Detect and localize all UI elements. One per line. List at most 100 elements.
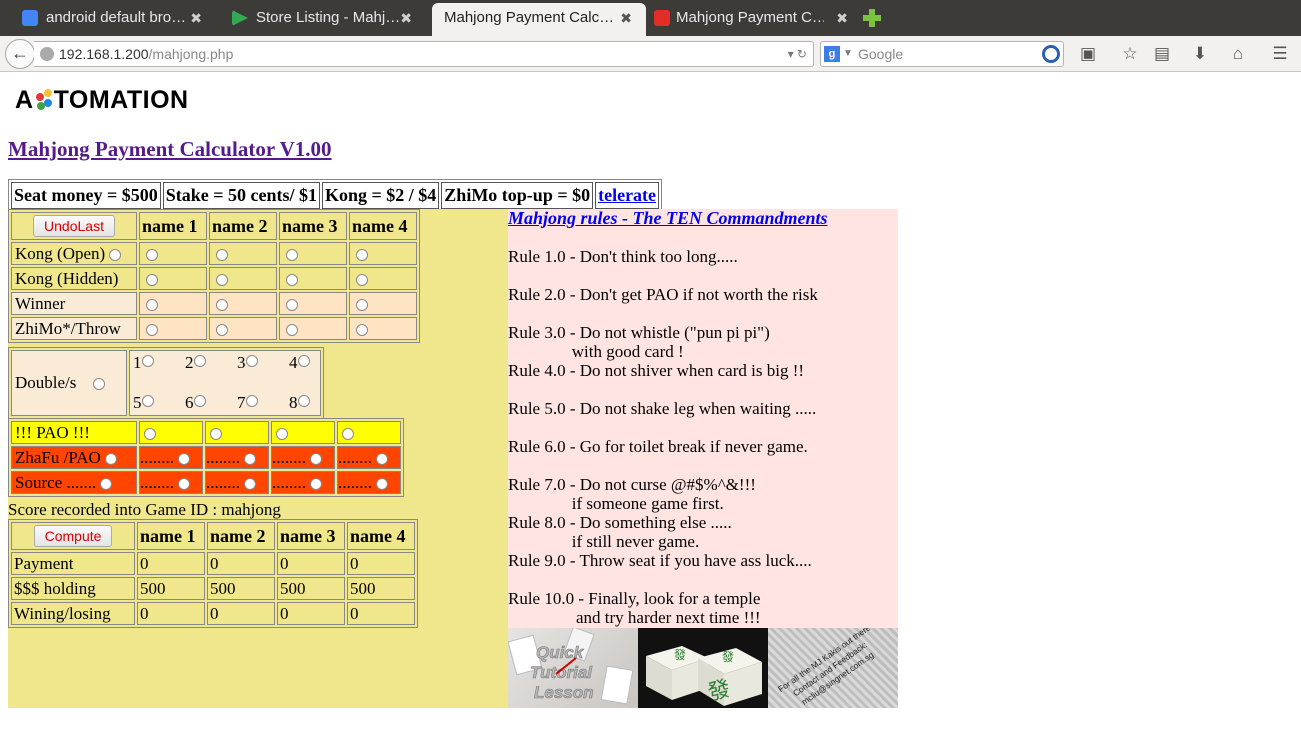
rule-line: if still never game. — [508, 532, 700, 551]
undo-last-button[interactable]: UndoLast — [33, 215, 115, 237]
download-arrow-icon[interactable]: ⬇ — [1188, 42, 1212, 66]
double-radio[interactable] — [141, 395, 154, 407]
player-header: name 3 — [277, 522, 345, 550]
double-radio[interactable] — [297, 395, 310, 407]
winner-player-radio[interactable] — [286, 298, 298, 311]
browser-tab-4[interactable]: Mahjong Payment C… ✖ — [646, 4, 862, 32]
zhafu-dots: ........ — [338, 447, 372, 467]
mahjong-tiles-graphic: 發 發 發 — [646, 646, 762, 706]
pao-player-radio[interactable] — [342, 427, 355, 440]
compute-button[interactable]: Compute — [33, 525, 113, 547]
chevron-down-icon[interactable]: ▼ — [843, 42, 853, 66]
browser-tab-2[interactable]: Store Listing - Mahj… ✖ — [210, 4, 426, 32]
tutorial-caption-3: Lesson — [534, 683, 594, 702]
zhafu-radio[interactable] — [105, 452, 118, 465]
source-player-radio[interactable] — [310, 477, 323, 490]
double-radio[interactable] — [193, 395, 206, 407]
reading-list-icon[interactable]: ▤ — [1150, 42, 1174, 66]
score-recorded-text: Score recorded into Game ID : mahjong — [8, 500, 281, 519]
double-option: 1 — [133, 353, 185, 373]
rule-line: Rule 5.0 - Do not shake leg when waiting… — [508, 399, 817, 418]
close-tab-icon[interactable]: ✖ — [836, 4, 848, 32]
doubles-options: 1 2 3 4 5 6 7 8 — [129, 350, 321, 416]
payment-value: 0 — [207, 552, 275, 575]
winner-player-radio[interactable] — [356, 298, 368, 311]
browser-tab-bar: android default bro… ✖ Store Listing - M… — [0, 0, 1301, 36]
double-radio[interactable] — [141, 355, 154, 367]
rule-line: with good card ! — [508, 342, 684, 361]
svg-text:發: 發 — [674, 647, 686, 662]
pao-player-radio[interactable] — [276, 427, 289, 440]
zhafu-player-radio[interactable] — [310, 452, 323, 465]
logo-text: TOMATION — [53, 86, 189, 114]
kong-hidden-player-radio[interactable] — [356, 273, 368, 286]
row-label-zhimo: ZhiMo*/Throw — [11, 317, 137, 340]
double-option: 2 — [185, 353, 237, 373]
pao-player-radio[interactable] — [144, 427, 157, 440]
source-cell: ........ — [205, 471, 269, 494]
kong-open-player-radio[interactable] — [286, 248, 298, 261]
close-tab-icon[interactable]: ✖ — [190, 4, 202, 32]
close-tab-icon[interactable]: ✖ — [620, 3, 632, 33]
rule-line: if someone game first. — [508, 494, 724, 513]
source-player-radio[interactable] — [178, 477, 191, 490]
back-arrow-icon[interactable]: ← — [5, 39, 35, 69]
zhafu-player-radio[interactable] — [376, 452, 389, 465]
rules-title-link[interactable]: Mahjong rules - The TEN Commandments — [508, 209, 898, 228]
source-dots: ........ — [272, 472, 306, 492]
browser-tab-3-active[interactable]: Mahjong Payment Calc… ✖ — [432, 3, 646, 36]
google-search-engine-icon[interactable]: g — [824, 46, 840, 62]
video-camera-icon[interactable]: ▣ — [1076, 42, 1100, 66]
zhimo-player-radio[interactable] — [146, 323, 158, 336]
page-title[interactable]: Mahjong Payment Calculator V1.00 — [8, 137, 332, 162]
double-radio[interactable] — [245, 355, 258, 367]
mahjong-tile-image[interactable]: 發 發 發 — [638, 628, 768, 708]
search-bar[interactable]: g ▼ Google — [820, 41, 1064, 67]
winner-cell — [349, 292, 417, 315]
reload-icon[interactable]: ▾ ↻ — [788, 42, 807, 66]
kong-open-radio[interactable] — [109, 248, 122, 261]
double-radio[interactable] — [193, 355, 206, 367]
winner-player-radio[interactable] — [216, 298, 228, 311]
tutorial-image[interactable]: Quick Tutorial Lesson — [508, 628, 638, 708]
zhimo-player-radio[interactable] — [356, 323, 368, 336]
source-player-radio[interactable] — [376, 477, 389, 490]
close-tab-icon[interactable]: ✖ — [400, 4, 412, 32]
bookmark-star-icon[interactable]: ☆ — [1118, 42, 1142, 66]
rule-spacer — [508, 304, 898, 323]
source-player-radio[interactable] — [244, 477, 257, 490]
url-bar[interactable]: 192.168.1.200/mahjong.php ▾ ↻ — [34, 41, 814, 67]
double-value: 4 — [289, 353, 298, 372]
menu-icon[interactable]: ☰ — [1268, 42, 1292, 66]
kong-open-player-radio[interactable] — [216, 248, 228, 261]
doubles-none-radio[interactable] — [93, 378, 106, 391]
zhafu-player-radio[interactable] — [178, 452, 191, 465]
zhafu-dots: ........ — [272, 447, 306, 467]
zhimo-player-radio[interactable] — [286, 323, 298, 336]
new-tab-plus-icon[interactable] — [862, 8, 882, 28]
source-radio[interactable] — [100, 477, 113, 490]
contact-image[interactable]: For all the MJ Kakis out there Contact a… — [768, 628, 898, 708]
telerate-link[interactable]: telerate — [598, 185, 656, 205]
search-icon[interactable] — [1042, 45, 1060, 63]
search-input[interactable]: Google — [858, 42, 903, 66]
holding-value: 500 — [347, 577, 415, 600]
zhimo-cell — [139, 317, 207, 340]
pao-player-radio[interactable] — [210, 427, 223, 440]
kong-open-player-radio[interactable] — [146, 248, 158, 261]
rules-panel: Mahjong rules - The TEN Commandments Rul… — [508, 209, 898, 628]
kong-open-player-radio[interactable] — [356, 248, 368, 261]
kong-hidden-player-radio[interactable] — [216, 273, 228, 286]
kong-hidden-player-radio[interactable] — [146, 273, 158, 286]
tutorial-caption-1: Quick — [536, 643, 585, 662]
home-icon[interactable]: ⌂ — [1226, 42, 1250, 66]
tutorial-caption-2: Tutorial — [530, 663, 593, 682]
double-radio[interactable] — [245, 395, 258, 407]
winner-player-radio[interactable] — [146, 298, 158, 311]
zhafu-player-radio[interactable] — [244, 452, 257, 465]
kong-hidden-cell — [279, 267, 347, 290]
browser-tab-1[interactable]: android default bro… ✖ — [0, 4, 216, 32]
kong-hidden-player-radio[interactable] — [286, 273, 298, 286]
double-radio[interactable] — [297, 355, 310, 367]
zhimo-player-radio[interactable] — [216, 323, 228, 336]
